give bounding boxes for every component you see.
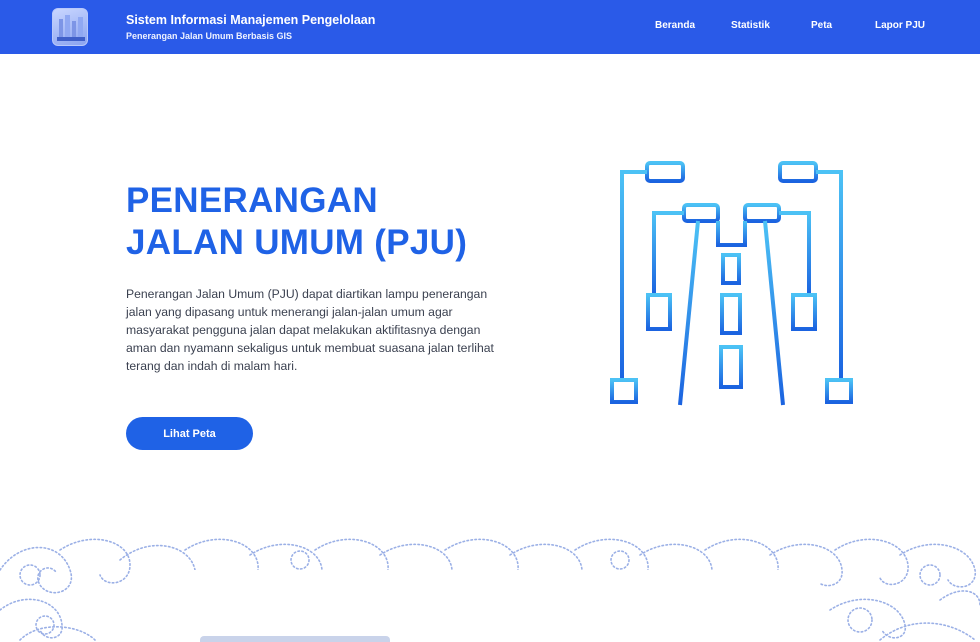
view-map-button[interactable]: Lihat Peta (126, 417, 253, 450)
hero-title-line-1: PENERANGAN (126, 181, 378, 220)
hero-title: PENERANGAN JALAN UMUM (PJU) (126, 180, 546, 264)
hero-title-line-2: JALAN UMUM (PJU) (126, 223, 468, 262)
content-card (160, 570, 820, 642)
city-logo-icon[interactable] (52, 8, 88, 46)
card-image-strip (200, 636, 390, 642)
site-title[interactable]: Sistem Informasi Manajemen Pengelolaan (126, 13, 375, 27)
hero-description: Penerangan Jalan Umum (PJU) dapat diarti… (126, 287, 494, 373)
nav-beranda[interactable]: Beranda (655, 20, 695, 31)
nav-peta[interactable]: Peta (811, 20, 832, 31)
nav-lapor-pju[interactable]: Lapor PJU (875, 20, 925, 31)
site-subtitle: Penerangan Jalan Umum Berbasis GIS (126, 31, 293, 41)
nav-statistik[interactable]: Statistik (731, 20, 770, 31)
top-navbar: Sistem Informasi Manajemen Pengelolaan P… (0, 0, 980, 54)
street-lamp-road-icon (610, 161, 853, 407)
